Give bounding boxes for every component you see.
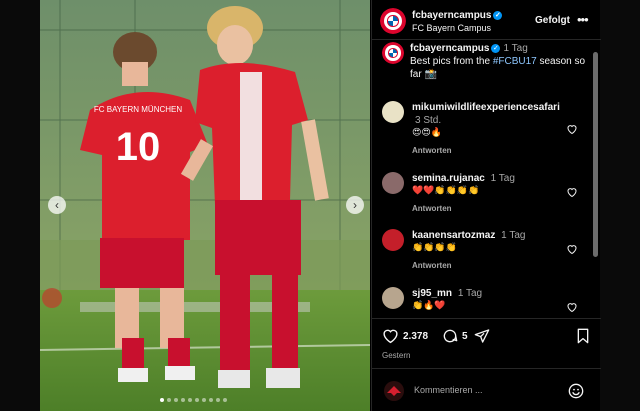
comment-avatar[interactable] xyxy=(382,101,404,123)
comment-item: semina.rujanac 1 Tag ❤️❤️👏👏👏👏 Antworten xyxy=(382,172,587,213)
user-avatar-icon xyxy=(387,386,401,396)
comment-text: 😍😍🔥 xyxy=(412,128,442,138)
reply-button[interactable]: Antworten xyxy=(412,261,452,270)
comment-avatar[interactable] xyxy=(382,172,404,194)
chevron-left-icon: ‹ xyxy=(55,198,59,212)
reply-button[interactable]: Antworten xyxy=(412,146,452,155)
comment-item: mikumiwildlifeexperiencesafari 3 Std. 😍😍… xyxy=(382,101,587,155)
caption-text: fcbayerncampus ✓ 1 Tag Best pics from the … xyxy=(410,42,587,81)
caption-body-start: Best pics from the xyxy=(410,56,493,67)
comment-item: kaanensartozmaz 1 Tag 👏👏👏👏 Antworten xyxy=(382,229,587,270)
carousel-dot xyxy=(209,398,213,402)
comment-text: ❤️❤️👏👏👏👏 xyxy=(412,186,480,196)
comment-time: 3 Std. xyxy=(415,115,442,126)
comment-username[interactable]: sj95_mn xyxy=(412,288,452,299)
carousel-dot xyxy=(174,398,178,402)
post-actions: 2.378 5 Gestern xyxy=(372,318,601,368)
caption-time: 1 Tag xyxy=(503,43,528,54)
carousel-dot xyxy=(167,398,171,402)
carousel-dot xyxy=(202,398,206,402)
like-comment-heart-icon[interactable] xyxy=(566,243,578,255)
chevron-right-icon: › xyxy=(353,198,357,212)
current-user-avatar xyxy=(384,381,404,401)
carousel-dot xyxy=(216,398,220,402)
carousel-dot xyxy=(188,398,192,402)
caption-hashtag[interactable]: #FCBU17 xyxy=(493,56,537,67)
comment-item: sj95_mn 1 Tag 👏🔥❤️ xyxy=(382,287,587,313)
like-heart-icon[interactable] xyxy=(382,328,399,344)
carousel-dot xyxy=(181,398,185,402)
comment-text: 👏🔥❤️ xyxy=(412,301,446,311)
comment-avatar[interactable] xyxy=(382,287,404,309)
save-bookmark-icon[interactable] xyxy=(576,328,590,344)
like-comment-heart-icon[interactable] xyxy=(566,186,578,198)
comments-scrollbar[interactable] xyxy=(593,52,598,257)
comments-count[interactable]: 5 xyxy=(462,331,468,342)
caption-avatar[interactable] xyxy=(382,42,404,64)
reply-button[interactable]: Antworten xyxy=(412,204,452,213)
comment-username[interactable]: semina.rujanac xyxy=(412,173,485,184)
modal-backdrop-left[interactable] xyxy=(0,0,40,411)
like-comment-heart-icon[interactable] xyxy=(566,123,578,135)
account-avatar[interactable] xyxy=(380,8,406,34)
previous-image-button[interactable]: ‹ xyxy=(48,196,66,214)
jersey-number: 10 xyxy=(116,125,161,169)
comment-body: sj95_mn 1 Tag 👏🔥❤️ xyxy=(412,287,570,313)
post-side-panel: fcbayerncampus ✓ FC Bayern Campus Gefolgt… xyxy=(371,0,601,411)
comment-username[interactable]: kaanensartozmaz xyxy=(412,230,495,241)
jersey-back-text: FC BAYERN MÜNCHEN xyxy=(94,105,183,114)
post-photo[interactable]: FC BAYERN MÜNCHEN 10 xyxy=(40,0,370,411)
verified-badge-icon: ✓ xyxy=(493,11,503,20)
comment-bubble-icon[interactable] xyxy=(442,328,458,344)
account-subtitle: FC Bayern Campus xyxy=(412,23,492,33)
comment-time: 1 Tag xyxy=(490,173,515,184)
likes-count[interactable]: 2.378 xyxy=(403,331,428,342)
comment-composer: Kommentieren ... xyxy=(372,368,601,411)
photo-illustration: FC BAYERN MÜNCHEN 10 xyxy=(40,0,370,411)
comment-time: 1 Tag xyxy=(457,288,483,299)
fc-bayern-logo-icon xyxy=(380,8,406,34)
comment-text: 👏👏👏👏 xyxy=(412,243,457,253)
comment-time: 1 Tag xyxy=(501,230,526,241)
post-date: Gestern xyxy=(382,351,411,360)
post-caption: fcbayerncampus ✓ 1 Tag Best pics from the … xyxy=(382,42,587,81)
comment-body: mikumiwildlifeexperiencesafari 3 Std. 😍😍… xyxy=(412,101,570,140)
caption-username[interactable]: fcbayerncampus xyxy=(410,43,489,54)
like-comment-heart-icon[interactable] xyxy=(566,301,578,313)
verified-badge-icon: ✓ xyxy=(491,44,501,53)
comment-username[interactable]: mikumiwildlifeexperiencesafari xyxy=(412,102,560,113)
carousel-dot xyxy=(195,398,199,402)
carousel-dot xyxy=(160,398,164,402)
carousel-indicator xyxy=(160,398,227,402)
comment-body: kaanensartozmaz 1 Tag 👏👏👏👏 xyxy=(412,229,570,255)
comment-avatar[interactable] xyxy=(382,229,404,251)
fc-bayern-logo-icon xyxy=(382,42,404,64)
following-button[interactable]: Gefolgt xyxy=(535,15,570,26)
account-username[interactable]: fcbayerncampus xyxy=(412,10,491,21)
instagram-post-viewer: FC BAYERN MÜNCHEN 10 ‹ › fcbayerncampus … xyxy=(0,0,640,411)
modal-backdrop-right[interactable] xyxy=(600,0,640,411)
carousel-dot xyxy=(223,398,227,402)
comment-body: semina.rujanac 1 Tag ❤️❤️👏👏👏👏 xyxy=(412,172,570,198)
comment-input[interactable]: Kommentieren ... xyxy=(414,385,483,395)
next-image-button[interactable]: › xyxy=(346,196,364,214)
share-send-icon[interactable] xyxy=(474,328,490,344)
more-options-icon[interactable]: ••• xyxy=(577,12,589,27)
account-name[interactable]: fcbayerncampus ✓ xyxy=(412,10,503,21)
post-header: fcbayerncampus ✓ FC Bayern Campus Gefolgt… xyxy=(372,0,601,40)
emoji-picker-icon[interactable] xyxy=(568,383,584,399)
